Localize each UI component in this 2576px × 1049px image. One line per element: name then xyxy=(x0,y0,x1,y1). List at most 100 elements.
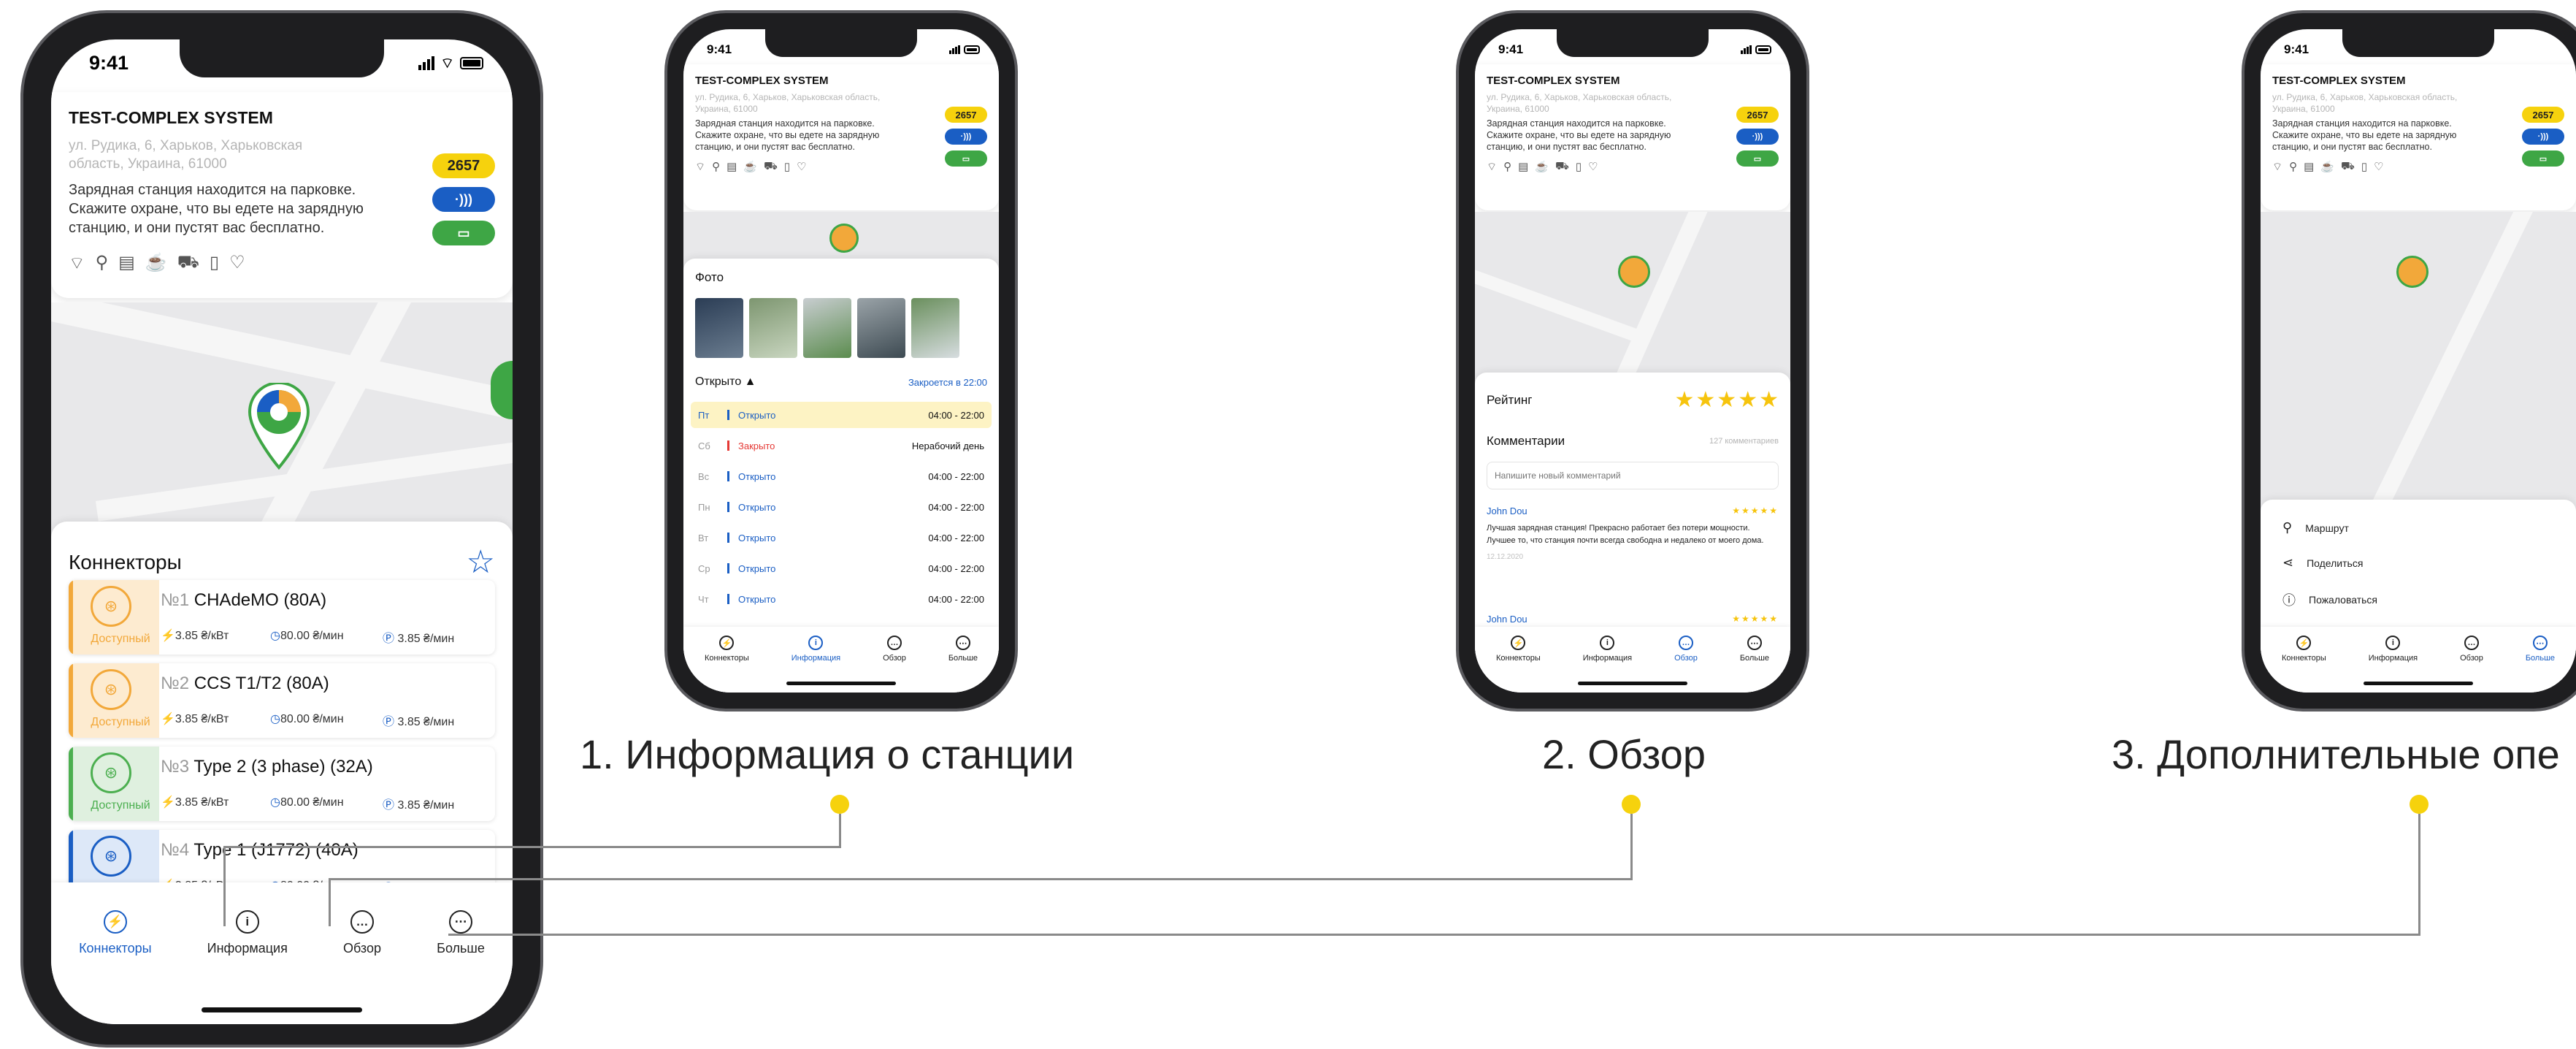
nfc-icon: ·))) xyxy=(1752,132,1763,141)
action-route[interactable]: ⚲ Маршрут xyxy=(2282,520,2349,535)
connector-number: №4 xyxy=(161,840,190,860)
bolt-icon: ⚡ xyxy=(103,910,127,934)
car-wash-icon: ⛟ xyxy=(177,252,199,272)
schedule-marker xyxy=(727,471,729,481)
station-pin-icon[interactable] xyxy=(829,224,859,253)
photo-thumbnail[interactable] xyxy=(857,298,905,358)
more-icon: ⋯ xyxy=(449,910,472,934)
tab-label: Больше xyxy=(948,654,978,663)
tab-label: Обзор xyxy=(883,654,906,663)
photo-thumbnail[interactable] xyxy=(695,298,743,358)
schedule-hours: 04:00 - 22:00 xyxy=(928,532,984,543)
battery-icon: ▯ xyxy=(1575,161,1582,173)
callout-dot-review xyxy=(1622,795,1641,814)
route-icon: ⚲ xyxy=(2282,520,2293,535)
card-icon: ▭ xyxy=(1753,154,1762,164)
connector-plug-icon: ⊛ xyxy=(91,669,131,710)
tab-review[interactable]: … Обзор xyxy=(1674,636,1698,663)
station-card: TEST-COMPLEX SYSTEM ул. Рудика, 6, Харьк… xyxy=(2261,64,2576,210)
photo-thumbnail[interactable] xyxy=(749,298,797,358)
open-status-toggle[interactable]: Открыто ▲ xyxy=(695,375,756,389)
tab-information[interactable]: i Информация xyxy=(2369,636,2418,663)
connector-card[interactable]: ⊛ Доступный №3 Type 2 (3 phase) (32A) ⚡3… xyxy=(69,747,495,821)
map[interactable] xyxy=(2261,212,2576,519)
connectors-title: Коннекторы xyxy=(69,551,182,573)
bolt-icon: ⚡ xyxy=(161,796,175,809)
station-pin-icon[interactable] xyxy=(2396,256,2429,288)
price-time-value: 80.00 ₴/мин xyxy=(280,713,344,725)
tab-connectors[interactable]: ⚡ Коннекторы xyxy=(705,636,749,663)
tab-information[interactable]: i Информация xyxy=(1583,636,1632,663)
share-icon: ⋖ xyxy=(2282,555,2294,570)
map[interactable] xyxy=(1475,212,1790,387)
clock-icon: ◷ xyxy=(270,713,280,725)
favorite-star-icon[interactable]: ☆ xyxy=(467,543,495,581)
amenities: ⌔ ⚲ ▤ ☕ ⛟ ▯ ♡ xyxy=(695,160,987,174)
action-report[interactable]: ⓘ Пожаловаться xyxy=(2282,590,2377,609)
caption-more: 3. Дополнительные опе xyxy=(2112,731,2560,777)
schedule-status: Открыто xyxy=(738,532,776,543)
status-time: 9:41 xyxy=(707,42,732,56)
battery-icon: ▯ xyxy=(209,253,220,272)
tab-bar: ⚡ Коннекторы i Информация … Обзор ⋯ Больше xyxy=(51,882,513,1024)
info-icon: ⓘ xyxy=(2282,593,2296,608)
action-share[interactable]: ⋖ Поделиться xyxy=(2282,555,2363,571)
cafe-icon: ☕ xyxy=(2320,161,2334,173)
tab-label: Больше xyxy=(2525,654,2556,663)
tab-review[interactable]: … Обзор xyxy=(343,910,381,956)
station-card: TEST-COMPLEX SYSTEM ул. Рудика, 6, Харьк… xyxy=(1475,64,1790,210)
shop-icon: ▤ xyxy=(727,161,737,173)
photo-gallery[interactable] xyxy=(695,298,959,358)
tab-review[interactable]: … Обзор xyxy=(883,636,906,663)
rating-label: Рейтинг xyxy=(1487,393,1533,407)
tab-connectors[interactable]: ⚡ Коннекторы xyxy=(2282,636,2326,663)
schedule-hours: 04:00 - 22:00 xyxy=(928,470,984,482)
schedule-marker xyxy=(727,563,729,573)
tab-information[interactable]: i Информация xyxy=(791,636,840,663)
nfc-icon: ·))) xyxy=(2537,132,2549,141)
map[interactable] xyxy=(51,302,513,536)
tab-more[interactable]: ⋯ Больше xyxy=(2526,636,2555,663)
card-icon: ▭ xyxy=(2539,154,2548,164)
tab-connectors[interactable]: ⚡ Коннекторы xyxy=(79,910,152,956)
station-pin-icon[interactable] xyxy=(1618,256,1650,288)
cafe-icon: ☕ xyxy=(743,161,757,173)
schedule-row: Вс Открыто 04:00 - 22:00 xyxy=(691,463,992,489)
tab-more[interactable]: ⋯ Больше xyxy=(948,636,978,663)
open-label: Открыто xyxy=(695,375,742,388)
comments-count: 127 комментариев xyxy=(1709,437,1779,446)
chat-icon: … xyxy=(886,636,902,650)
photo-thumbnail[interactable] xyxy=(911,298,959,358)
caption-review: 2. Обзор xyxy=(1542,731,1706,777)
shop-icon: ▤ xyxy=(2304,161,2315,173)
price-time-value: 80.00 ₴/мин xyxy=(280,796,344,809)
tab-more[interactable]: ⋯ Больше xyxy=(1740,636,1769,663)
price-energy: ⚡3.85 ₴/кВт xyxy=(161,712,229,726)
price-parking-value: 3.85 ₴/мин xyxy=(397,799,455,812)
callout-line xyxy=(223,846,226,926)
tab-label: Коннекторы xyxy=(704,654,749,663)
schedule-status: Открыто xyxy=(738,501,776,513)
schedule-row: Сб Закрыто Нерабочий день xyxy=(691,432,992,459)
tab-label: Информация xyxy=(207,941,288,955)
payment-badge: ▭ xyxy=(1736,150,1779,167)
cafe-icon: ☕ xyxy=(1535,161,1549,173)
tab-review[interactable]: … Обзор xyxy=(2460,636,2483,663)
station-pin-icon[interactable] xyxy=(247,383,311,470)
schedule-row: Чт Открыто 04:00 - 22:00 xyxy=(691,586,992,612)
parking-icon: Ⓟ xyxy=(383,633,395,645)
chat-icon: … xyxy=(1678,636,1693,650)
more-icon: ⋯ xyxy=(2532,636,2548,650)
comment-item: John Dou ★★★★★ Лучшая зарядная станция! … xyxy=(1487,506,1779,561)
tab-information[interactable]: i Информация xyxy=(207,910,288,956)
connector-card[interactable]: ⊛ Доступный №1 CHAdeMO (80A) ⚡3.85 ₴/кВт… xyxy=(69,580,495,655)
station-number-badge: 2657 xyxy=(2522,107,2564,123)
contactless-badge: ·))) xyxy=(2522,129,2564,145)
photo-thumbnail[interactable] xyxy=(803,298,851,358)
price-parking: Ⓟ 3.85 ₴/мин xyxy=(383,795,454,812)
tab-connectors[interactable]: ⚡ Коннекторы xyxy=(1496,636,1541,663)
connector-card[interactable]: ⊛ Доступный №2 CCS T1/T2 (80A) ⚡3.85 ₴/к… xyxy=(69,663,495,738)
tab-label: Коннекторы xyxy=(2281,654,2326,663)
comment-input[interactable] xyxy=(1487,462,1779,489)
status-icons xyxy=(949,45,980,54)
